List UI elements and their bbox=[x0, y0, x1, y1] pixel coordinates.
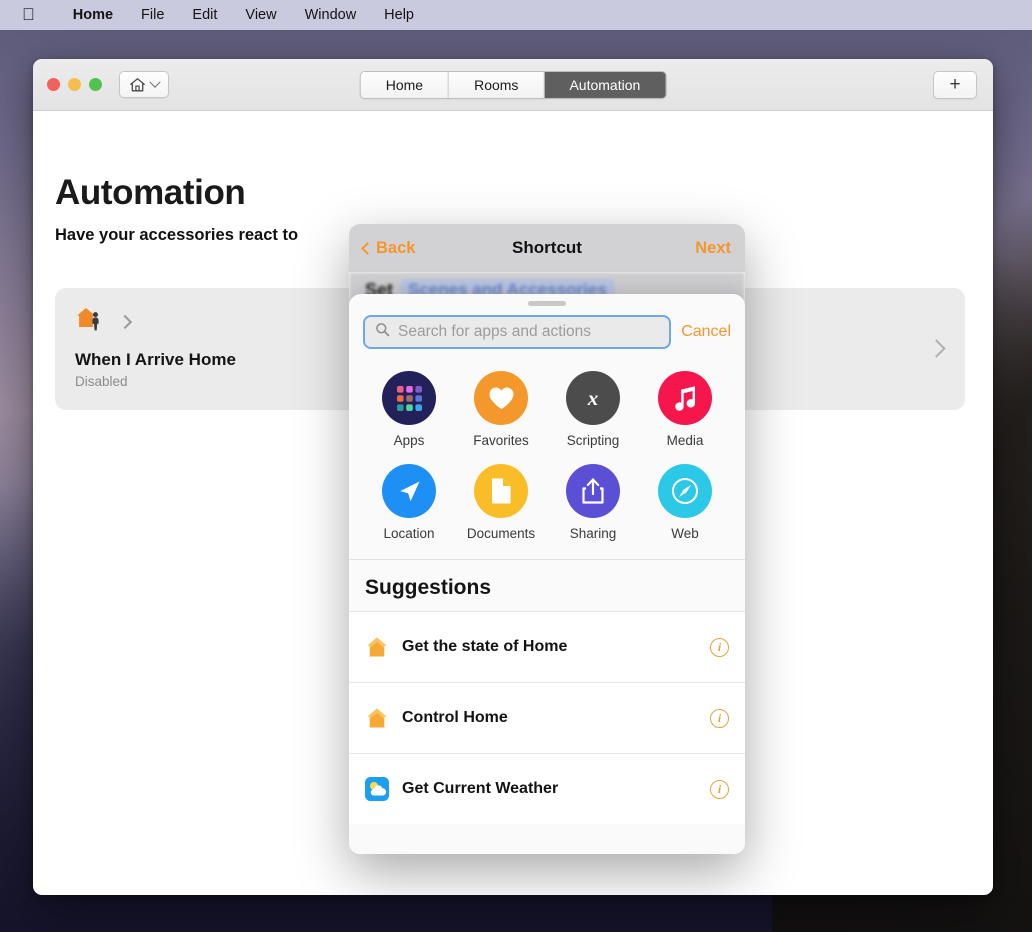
close-button[interactable] bbox=[47, 78, 60, 91]
svg-text:x: x bbox=[587, 386, 599, 410]
page-title: Automation bbox=[55, 173, 246, 212]
back-button[interactable]: Back bbox=[361, 238, 416, 258]
suggestions-header: Suggestions bbox=[349, 560, 745, 611]
menu-item-edit[interactable]: Edit bbox=[178, 7, 231, 23]
menu-item-view[interactable]: View bbox=[231, 7, 290, 23]
category-grid: Apps Favorites x Scripting Media Locatio… bbox=[349, 363, 745, 560]
category-sharing[interactable]: Sharing bbox=[547, 464, 639, 541]
suggestion-label: Get Current Weather bbox=[402, 780, 559, 797]
tab-home[interactable]: Home bbox=[360, 71, 450, 98]
menu-item-file[interactable]: File bbox=[127, 7, 178, 23]
compass-icon bbox=[658, 464, 712, 518]
music-note-icon bbox=[658, 371, 712, 425]
modal-navbar: Back Shortcut Next bbox=[349, 224, 745, 272]
home-selector-button[interactable] bbox=[119, 71, 169, 98]
action-picker-sheet: Cancel bbox=[349, 294, 745, 854]
suggestion-row[interactable]: Control Home i bbox=[349, 682, 745, 753]
category-documents[interactable]: Documents bbox=[455, 464, 547, 541]
suggestion-row[interactable]: Get Current Weather i bbox=[349, 753, 745, 824]
search-icon bbox=[375, 322, 390, 342]
next-button[interactable]: Next bbox=[695, 239, 731, 258]
view-tabs: Home Rooms Automation bbox=[359, 70, 667, 99]
tab-rooms[interactable]: Rooms bbox=[449, 71, 545, 98]
add-button[interactable]: + bbox=[933, 70, 977, 99]
category-web[interactable]: Web bbox=[639, 464, 731, 541]
script-x-icon: x bbox=[566, 371, 620, 425]
info-icon[interactable]: i bbox=[710, 637, 729, 657]
modal-title: Shortcut bbox=[512, 238, 582, 257]
category-media[interactable]: Media bbox=[639, 371, 731, 448]
category-scripting[interactable]: x Scripting bbox=[547, 371, 639, 448]
category-label: Location bbox=[383, 526, 435, 541]
suggestion-label: Control Home bbox=[402, 709, 508, 726]
info-icon[interactable]: i bbox=[710, 779, 729, 799]
apple-logo-icon[interactable]:  bbox=[22, 6, 35, 23]
apps-grid-icon bbox=[382, 371, 436, 425]
menu-item-help[interactable]: Help bbox=[370, 7, 428, 23]
home-app-icon bbox=[365, 706, 389, 730]
menu-item-home[interactable]: Home bbox=[59, 7, 127, 23]
category-favorites[interactable]: Favorites bbox=[455, 371, 547, 448]
document-icon bbox=[474, 464, 528, 518]
category-label: Documents bbox=[466, 526, 536, 541]
search-field-wrapper[interactable] bbox=[363, 315, 672, 349]
minimize-button[interactable] bbox=[68, 78, 81, 91]
back-label: Back bbox=[376, 238, 416, 257]
category-label: Apps bbox=[393, 433, 425, 448]
menu-bar:  Home File Edit View Window Help bbox=[0, 0, 1032, 30]
house-icon bbox=[129, 77, 146, 93]
home-app-window: Home Rooms Automation + Automation Have … bbox=[33, 59, 993, 895]
window-titlebar: Home Rooms Automation + bbox=[33, 59, 993, 111]
share-icon bbox=[566, 464, 620, 518]
category-apps[interactable]: Apps bbox=[363, 371, 455, 448]
category-label: Sharing bbox=[569, 526, 617, 541]
heart-icon bbox=[474, 371, 528, 425]
category-label: Scripting bbox=[566, 433, 620, 448]
cancel-button[interactable]: Cancel bbox=[681, 323, 731, 341]
house-person-icon bbox=[75, 306, 111, 337]
chevron-left-icon bbox=[361, 241, 374, 255]
category-label: Media bbox=[666, 433, 704, 448]
chevron-right-icon bbox=[117, 314, 133, 329]
search-input[interactable] bbox=[398, 323, 660, 341]
suggestion-label: Get the state of Home bbox=[402, 638, 568, 655]
category-label: Favorites bbox=[473, 433, 529, 448]
home-app-icon bbox=[365, 635, 389, 659]
tab-automation[interactable]: Automation bbox=[544, 71, 666, 98]
weather-app-icon bbox=[365, 777, 389, 801]
navigation-icon bbox=[382, 464, 436, 518]
category-location[interactable]: Location bbox=[363, 464, 455, 541]
zoom-button[interactable] bbox=[89, 78, 102, 91]
chevron-down-icon bbox=[149, 76, 161, 88]
info-icon[interactable]: i bbox=[710, 708, 729, 728]
shortcut-modal: Back Shortcut Next Set Scenes and Access… bbox=[349, 224, 745, 854]
category-label: Web bbox=[671, 526, 699, 541]
search-row: Cancel bbox=[349, 306, 745, 363]
suggestion-row[interactable]: Get the state of Home i bbox=[349, 611, 745, 682]
traffic-lights bbox=[47, 78, 102, 91]
menu-item-window[interactable]: Window bbox=[291, 7, 371, 23]
